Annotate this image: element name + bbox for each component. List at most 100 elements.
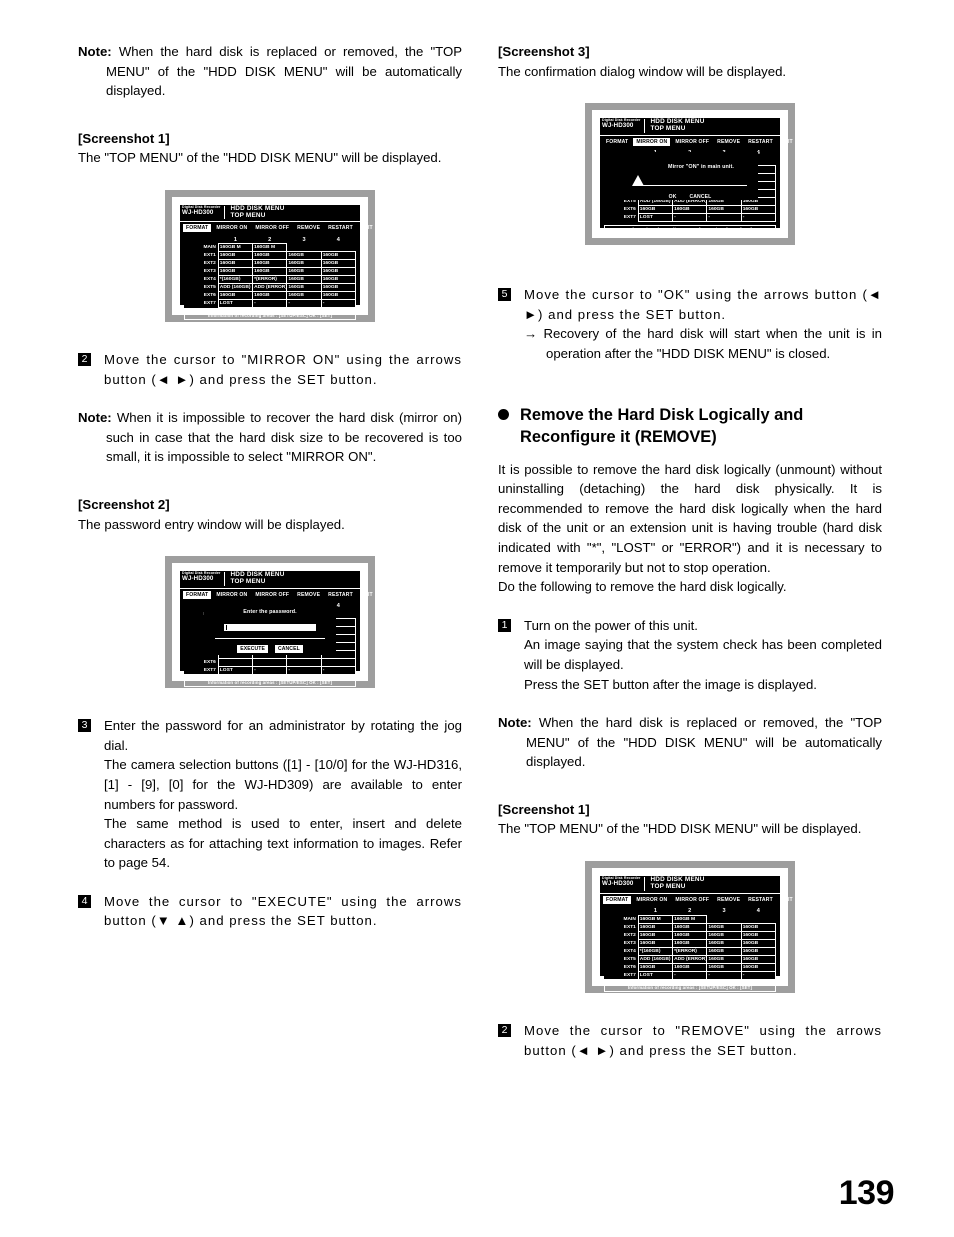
osd-menu-item-format[interactable]: FORMAT bbox=[603, 138, 631, 146]
password-input[interactable] bbox=[224, 624, 316, 632]
osd-menu-item-mirror-off[interactable]: MIRROR OFF bbox=[672, 138, 712, 146]
step-3-line2: The camera selection buttons ([1] - [10/… bbox=[104, 757, 462, 812]
table-row: EXT4 *(160GB) *(ERROR) 160GB 160GB bbox=[184, 275, 357, 285]
cell-ext5-1: ADD (160GB) bbox=[637, 954, 674, 964]
cancel-button[interactable]: CANCEL bbox=[687, 193, 715, 201]
osd-title-bar: Digital Disk Recorder WJ-HD300 HDD DISK … bbox=[180, 571, 360, 589]
cell-ext7-4: - bbox=[320, 299, 357, 309]
osd-menu-bar: FORMAT MIRROR ON MIRROR OFF REMOVE RESTA… bbox=[600, 893, 793, 906]
cell-ext3-1: 160GB bbox=[637, 938, 674, 948]
osd-menu-item-exit[interactable]: EXIT bbox=[358, 591, 376, 599]
row-label-ext7: EXT7 bbox=[184, 299, 219, 308]
note-label: Note: bbox=[78, 44, 112, 59]
osd-menu-item-mirror-off[interactable]: MIRROR OFF bbox=[672, 896, 712, 904]
cell-ext3-3: 160GB bbox=[706, 938, 742, 948]
cell-ext7-4: - bbox=[320, 665, 357, 675]
step-3-line3: The same method is used to enter, insert… bbox=[104, 816, 462, 871]
row-label-ext1: EXT1 bbox=[184, 251, 219, 260]
osd-menu-item-mirror-on[interactable]: MIRROR ON bbox=[633, 896, 670, 904]
osd-menu-item-remove[interactable]: REMOVE bbox=[294, 224, 323, 232]
osd-menu-item-exit[interactable]: EXIT bbox=[358, 224, 376, 232]
cell-ext2-4: 160GB bbox=[320, 259, 357, 269]
column-header-2: 2 bbox=[252, 236, 287, 244]
cell-main-1: 160GB M bbox=[217, 243, 254, 253]
screenshot1-caption: The "TOP MENU" of the "HDD DISK MENU" wi… bbox=[78, 150, 442, 166]
note-block-hdd-replaced-right: Note: When the hard disk is replaced or … bbox=[498, 713, 882, 772]
execute-button[interactable]: EXECUTE bbox=[237, 645, 268, 654]
cell-ext4-2: *(ERROR) bbox=[252, 275, 288, 285]
osd-menu-item-restart[interactable]: RESTART bbox=[325, 224, 356, 232]
table-row: EXT7 LOST - - - bbox=[184, 299, 357, 309]
table-corner-cell bbox=[184, 236, 218, 244]
step-1-line3: Press the SET button after the image is … bbox=[524, 676, 817, 692]
osd-menu-item-remove[interactable]: REMOVE bbox=[294, 591, 323, 599]
column-header-4: 4 bbox=[741, 907, 776, 915]
cell-ext6-1 bbox=[217, 657, 254, 667]
osd-menu-item-restart[interactable]: RESTART bbox=[325, 591, 356, 599]
step-1-turn-on-power: 1 Turn on the power of this unit. bbox=[498, 616, 882, 636]
row-label-main: MAIN bbox=[604, 915, 639, 923]
table-row: EXT6 160GB 160GB 160GB 160GB bbox=[604, 204, 777, 214]
osd-menu-item-exit[interactable]: EXIT bbox=[778, 138, 796, 146]
cell-ext6-4: 160GB bbox=[740, 204, 777, 214]
cell-ext2-3: 160GB bbox=[706, 930, 742, 940]
osd-hdd-table: 1 2 3 4 MAIN 160GB M 160GB M EXT1 160GB … bbox=[184, 236, 357, 309]
cell-main-2: 160GB M bbox=[252, 243, 288, 253]
osd-menu-item-mirror-off[interactable]: MIRROR OFF bbox=[252, 224, 292, 232]
step-text: Move the cursor to "OK" using the arrows… bbox=[524, 287, 882, 322]
osd-menu-item-format[interactable]: FORMAT bbox=[603, 895, 632, 904]
figure-screenshot2-password: Digital Disk Recorder WJ-HD300 HDD DISK … bbox=[165, 556, 376, 689]
osd-brand-line2: WJ-HD300 bbox=[602, 879, 634, 887]
section-body-paragraph: It is possible to remove the hard disk l… bbox=[498, 461, 882, 575]
cell-ext4-1: *(160GB) bbox=[637, 946, 674, 956]
column-header-3: 3 bbox=[286, 236, 322, 244]
osd-menu-item-format[interactable]: FORMAT bbox=[183, 590, 212, 599]
osd-title-bar: Digital Disk Recorder WJ-HD300 HDD DISK … bbox=[600, 118, 780, 136]
cell-ext7-4: - bbox=[740, 970, 777, 980]
step-number: 1 bbox=[498, 618, 511, 632]
cell-ext7-4: - bbox=[740, 212, 777, 222]
cell-ext7-1: LOST bbox=[217, 299, 254, 309]
osd-menu-item-restart[interactable]: RESTART bbox=[745, 138, 776, 146]
osd-menu-item-format[interactable]: FORMAT bbox=[183, 224, 212, 233]
step-number: 5 bbox=[498, 288, 511, 302]
osd-status-bar: Information of recording areas : [SETUP/… bbox=[184, 311, 356, 321]
cell-ext1-3: 160GB bbox=[706, 922, 742, 932]
osd-title-text: HDD DISK MENU TOP MENU bbox=[225, 205, 284, 219]
ok-button[interactable]: OK bbox=[666, 193, 680, 201]
table-corner-cell bbox=[604, 908, 638, 916]
osd-menu-item-mirror-off[interactable]: MIRROR OFF bbox=[252, 591, 292, 599]
cell-ext1-1: 160GB bbox=[637, 922, 674, 932]
cell-ext5-2: ADD (ERROR) bbox=[252, 283, 288, 293]
step-number: 4 bbox=[78, 894, 91, 908]
row-label-ext7: EXT7 bbox=[604, 971, 639, 979]
osd-menu-item-exit[interactable]: EXIT bbox=[778, 896, 796, 904]
cell-ext3-2: 160GB bbox=[252, 267, 288, 277]
cell-ext5-1: ADD (160GB) bbox=[217, 283, 254, 293]
osd-menu-item-remove[interactable]: REMOVE bbox=[714, 138, 743, 146]
osd-menu-item-mirror-on[interactable]: MIRROR ON bbox=[213, 591, 250, 599]
table-row: EXT7 LOST - - - bbox=[604, 212, 777, 222]
table-row: EXT4 *(160GB) *(ERROR) 160GB 160GB bbox=[604, 946, 777, 956]
password-prompt: Enter the password. bbox=[243, 609, 297, 616]
table-header-row: 1 2 3 4 bbox=[604, 907, 776, 916]
cell-ext4-1: *(160GB) bbox=[217, 275, 254, 285]
osd-menu-item-remove[interactable]: REMOVE bbox=[714, 896, 743, 904]
page-number: 139 bbox=[838, 1174, 895, 1212]
row-label-ext6: EXT6 bbox=[184, 658, 219, 667]
row-label-ext3: EXT3 bbox=[184, 267, 219, 276]
osd-menu-item-restart[interactable]: RESTART bbox=[745, 896, 776, 904]
osd-status-bar: Information of recording areas : [SETUP/… bbox=[604, 224, 776, 234]
cancel-button[interactable]: CANCEL bbox=[274, 645, 303, 654]
cell-ext5-4: 160GB bbox=[320, 283, 357, 293]
cell-ext6-2: 160GB bbox=[672, 962, 708, 972]
osd-menu-item-mirror-on[interactable]: MIRROR ON bbox=[633, 137, 671, 146]
left-column: Note: When the hard disk is replaced or … bbox=[78, 42, 462, 931]
note-text: When the hard disk is replaced or remove… bbox=[106, 44, 463, 99]
table-row: EXT5 ADD (160GB) ADD (ERROR) 160GB 160GB bbox=[604, 954, 777, 964]
osd-status-bar: Information of recording areas : [SETUP/… bbox=[184, 677, 356, 687]
cell-ext6-2: 160GB bbox=[252, 291, 288, 301]
osd-menu-item-mirror-on[interactable]: MIRROR ON bbox=[213, 224, 250, 232]
substep-text: Recovery of the hard disk will start whe… bbox=[543, 326, 882, 361]
section-heading-text: Remove the Hard Disk Logically and Recon… bbox=[520, 405, 804, 446]
